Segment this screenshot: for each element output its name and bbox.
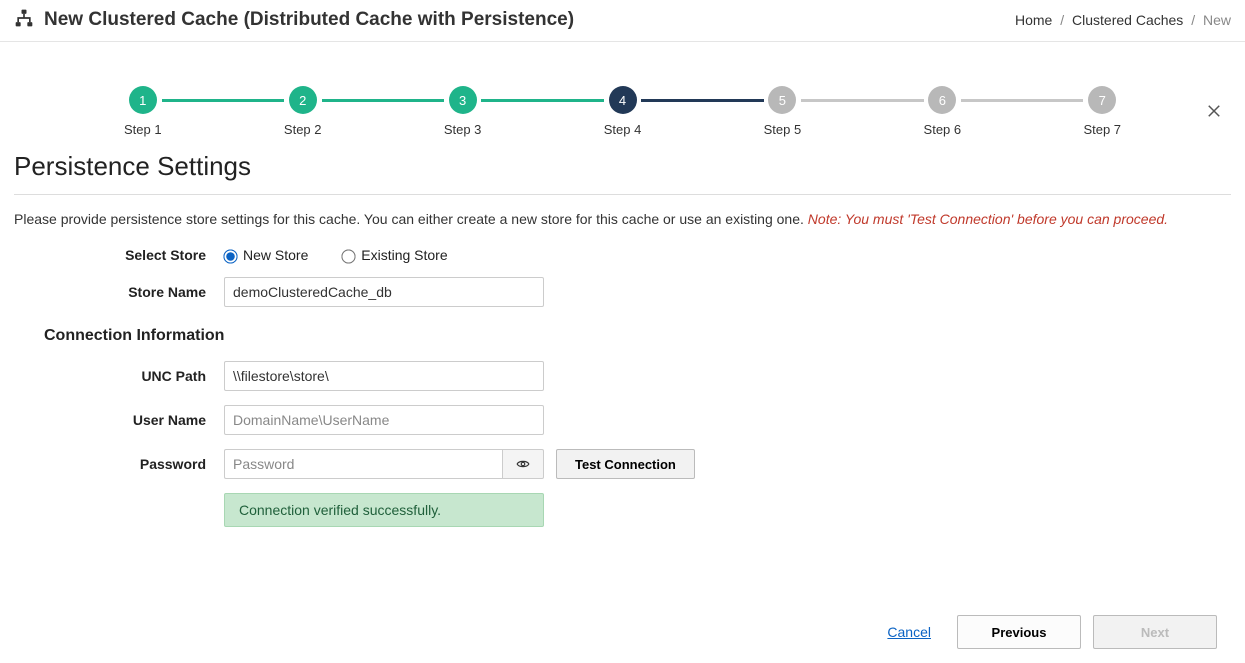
step-3[interactable]: 3Step 3 (444, 86, 482, 137)
label-user-name: User Name (14, 412, 224, 428)
subheading-connection-info: Connection Information (14, 321, 1231, 361)
test-connection-button[interactable]: Test Connection (556, 449, 695, 479)
breadcrumb-home[interactable]: Home (1015, 12, 1052, 28)
next-button: Next (1093, 615, 1217, 649)
unc-path-input[interactable] (224, 361, 544, 391)
wizard-stepper: 1Step 1 2Step 2 3Step 3 4Step 4 5Step 5 … (14, 56, 1231, 147)
radio-new-store[interactable]: New Store (224, 247, 308, 263)
label-select-store: Select Store (14, 247, 224, 263)
intro-note: Note: You must 'Test Connection' before … (808, 211, 1168, 227)
intro-text: Please provide persistence store setting… (14, 211, 1231, 247)
hierarchy-icon (14, 8, 34, 31)
store-name-input[interactable] (224, 277, 544, 307)
label-password: Password (14, 456, 224, 472)
label-unc-path: UNC Path (14, 368, 224, 384)
success-message: Connection verified successfully. (224, 493, 544, 527)
cancel-link[interactable]: Cancel (887, 624, 931, 640)
step-1[interactable]: 1Step 1 (124, 86, 162, 137)
step-2[interactable]: 2Step 2 (284, 86, 322, 137)
page-header: New Clustered Cache (Distributed Cache w… (0, 0, 1245, 42)
label-store-name: Store Name (14, 284, 224, 300)
page-title: New Clustered Cache (Distributed Cache w… (44, 9, 574, 31)
previous-button[interactable]: Previous (957, 615, 1081, 649)
section-title: Persistence Settings (14, 147, 1231, 194)
eye-icon[interactable] (502, 449, 544, 479)
step-7: 7Step 7 (1083, 86, 1121, 137)
breadcrumb-caches[interactable]: Clustered Caches (1072, 12, 1183, 28)
radio-existing-store[interactable]: Existing Store (342, 247, 447, 263)
divider (14, 194, 1231, 195)
step-5: 5Step 5 (764, 86, 802, 137)
user-name-input[interactable] (224, 405, 544, 435)
wizard-footer: Cancel Previous Next (14, 541, 1231, 663)
step-6: 6Step 6 (924, 86, 962, 137)
close-icon[interactable] (1205, 102, 1223, 123)
password-input[interactable] (224, 449, 502, 479)
breadcrumb: Home / Clustered Caches / New (1015, 12, 1231, 28)
breadcrumb-current: New (1203, 12, 1231, 28)
step-4[interactable]: 4Step 4 (604, 86, 642, 137)
